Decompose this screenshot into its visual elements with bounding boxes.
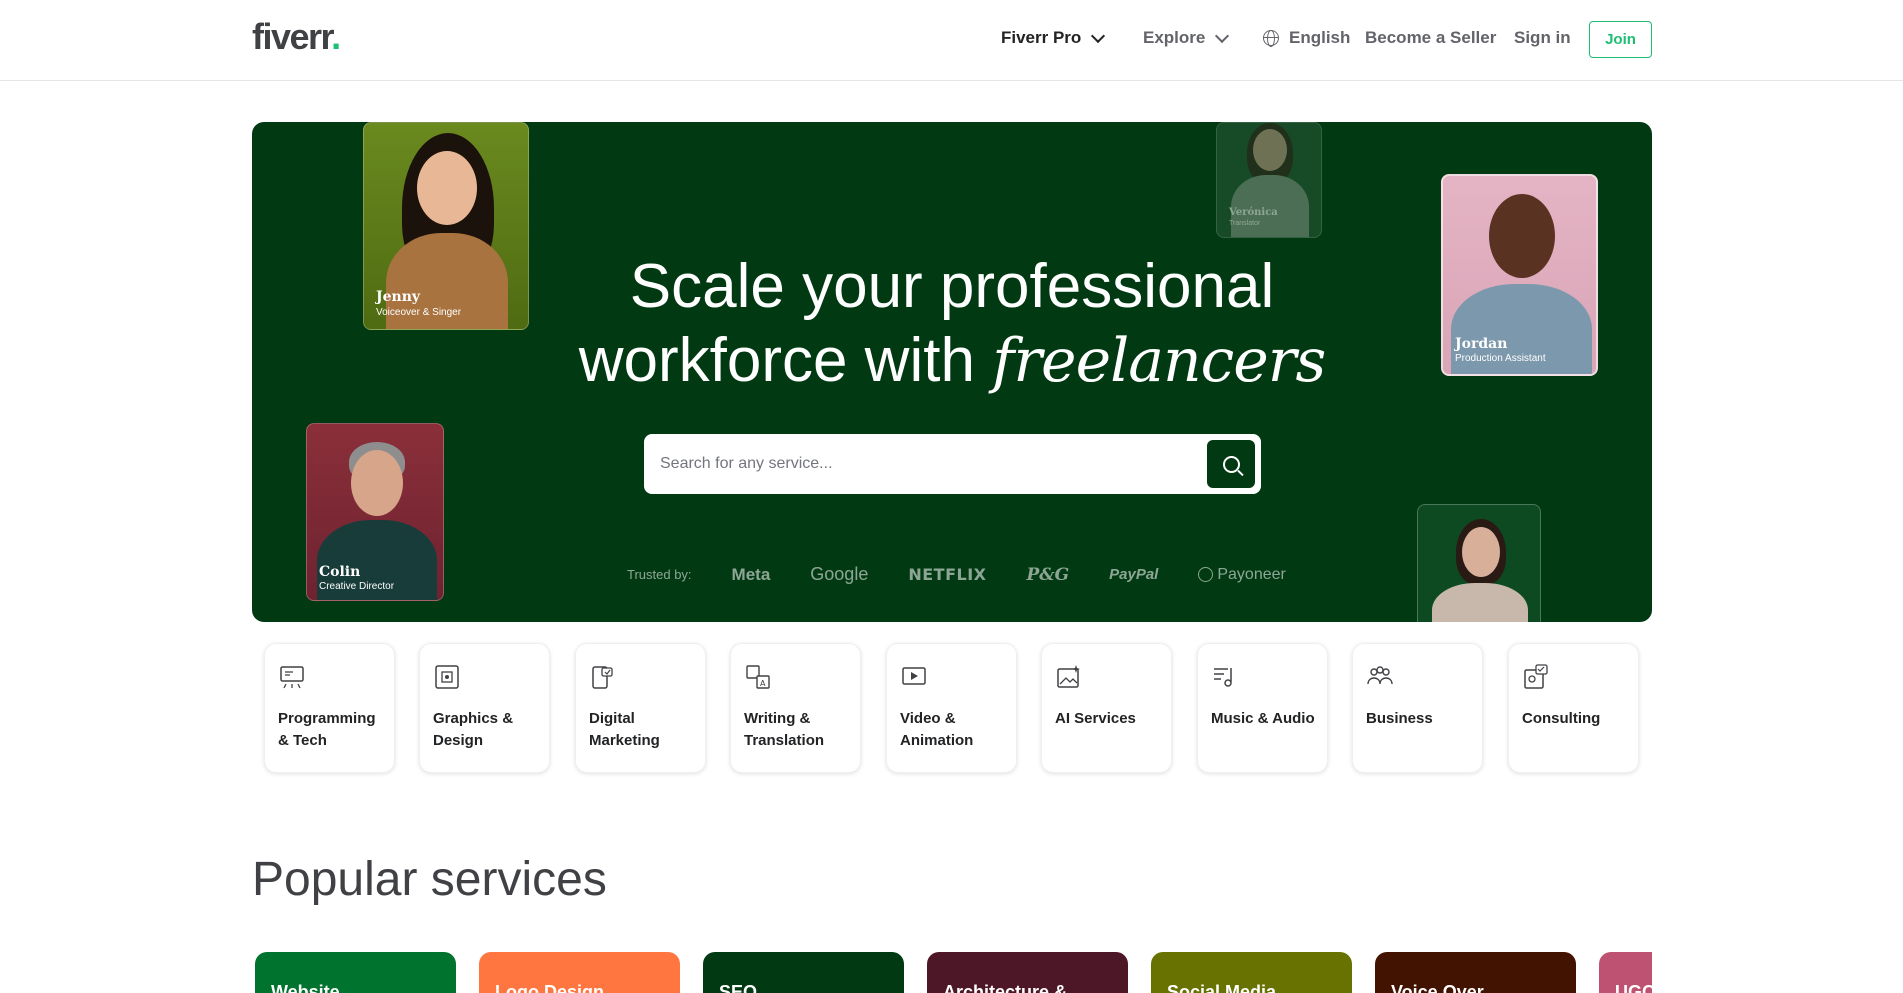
category-label: Video & Animation bbox=[900, 710, 974, 749]
portrait-face bbox=[1253, 129, 1287, 171]
service-card-architecture[interactable]: Architecture & bbox=[927, 952, 1128, 993]
brand-logo-pg: P&G bbox=[1026, 564, 1070, 585]
service-card-seo[interactable]: SEO bbox=[703, 952, 904, 993]
freelancer-name: Verónica bbox=[1229, 207, 1278, 218]
nav-explore[interactable]: Explore bbox=[1143, 28, 1230, 48]
nav-explore-label: Explore bbox=[1143, 28, 1206, 47]
payoneer-ring-icon bbox=[1198, 567, 1214, 582]
hero-headline: Scale your professional workforce with f… bbox=[502, 250, 1402, 398]
category-label: Programming & Tech bbox=[278, 710, 376, 749]
people-group-icon bbox=[1367, 666, 1393, 685]
music-note-icon bbox=[1214, 668, 1232, 687]
chevron-down-icon bbox=[1091, 28, 1106, 43]
hero-search-bar bbox=[644, 434, 1261, 494]
monitor-code-icon bbox=[280, 666, 304, 689]
freelancer-role: Voiceover & Singer bbox=[376, 307, 462, 318]
portrait-torso bbox=[1432, 583, 1528, 622]
hero-headline-line2: workforce with freelancers bbox=[502, 324, 1402, 398]
portrait-face bbox=[417, 151, 477, 225]
freelancer-name: Jordan bbox=[1455, 336, 1508, 352]
nav-language[interactable]: English bbox=[1263, 28, 1350, 48]
svg-text:A: A bbox=[760, 679, 766, 688]
freelancer-card-veronica: Verónica Translator bbox=[1216, 122, 1322, 238]
service-card-ugc[interactable]: UGC bbox=[1599, 952, 1655, 993]
fiverr-logo[interactable]: fiverr. bbox=[252, 16, 341, 58]
search-input[interactable] bbox=[660, 455, 1180, 473]
freelancer-role: Production Assistant bbox=[1455, 353, 1546, 364]
brand-logo-google: Google bbox=[810, 564, 869, 584]
marketing-phone-icon bbox=[592, 666, 613, 689]
category-label: Business bbox=[1366, 710, 1433, 727]
category-label: Digital Marketing bbox=[589, 710, 660, 749]
service-card-website[interactable]: Website bbox=[255, 952, 456, 993]
nav-fiverr-pro-label: Fiverr Pro bbox=[1001, 28, 1082, 47]
search-icon bbox=[1222, 455, 1240, 473]
nav-become-seller-label: Become a Seller bbox=[1365, 28, 1497, 47]
hero-headline-line1: Scale your professional bbox=[629, 252, 1275, 321]
freelancer-role: Translator bbox=[1229, 220, 1261, 227]
category-label: Graphics & Design bbox=[433, 710, 514, 749]
category-label: Writing & Translation bbox=[744, 710, 825, 749]
service-card-label: Architecture & bbox=[943, 982, 1068, 993]
freelancer-card-partial bbox=[1417, 504, 1541, 622]
category-card-music[interactable]: Music & Audio bbox=[1197, 643, 1328, 773]
brand-logo-meta: Meta bbox=[731, 564, 771, 584]
freelancer-card-colin: Colin Creative Director bbox=[306, 423, 444, 601]
category-label: Music & Audio bbox=[1211, 710, 1315, 727]
brand-logo-paypal: PayPal bbox=[1109, 566, 1159, 583]
portrait-face bbox=[1489, 194, 1555, 278]
brand-logo-netflix: NETFLIX bbox=[908, 565, 987, 584]
service-card-label: Website bbox=[271, 982, 340, 993]
hero-headline-prefix: workforce with bbox=[578, 326, 993, 395]
service-card-social-media[interactable]: Social Media bbox=[1151, 952, 1352, 993]
category-label: AI Services bbox=[1055, 710, 1136, 727]
service-card-logo-design[interactable]: Logo Design bbox=[479, 952, 680, 993]
nav-sign-in-label: Sign in bbox=[1514, 28, 1571, 47]
brand-logo-payoneer: Payoneer bbox=[1198, 566, 1286, 584]
nav-language-label: English bbox=[1289, 28, 1351, 47]
portrait-face bbox=[1462, 527, 1500, 577]
freelancer-role: Creative Director bbox=[319, 581, 395, 592]
freelancer-name: Colin bbox=[319, 564, 361, 580]
hero-banner: Jenny Voiceover & Singer Colin Creative … bbox=[252, 122, 1652, 622]
category-label: Consulting bbox=[1522, 710, 1601, 727]
freelancer-name: Jenny bbox=[376, 289, 421, 305]
freelancer-card-jordan: Jordan Production Assistant bbox=[1441, 174, 1598, 376]
design-frame-icon bbox=[435, 665, 459, 689]
category-card-ai-services[interactable]: AI Services bbox=[1041, 643, 1172, 773]
portrait-face bbox=[351, 450, 403, 516]
hero-headline-emphasis: freelancers bbox=[992, 326, 1326, 396]
category-card-business[interactable]: Business bbox=[1352, 643, 1483, 773]
category-card-writing[interactable]: A Writing & Translation bbox=[730, 643, 861, 773]
ai-image-icon bbox=[1057, 665, 1080, 688]
service-card-label: Voice Over bbox=[1391, 982, 1484, 993]
nav-become-seller[interactable]: Become a Seller bbox=[1365, 28, 1496, 48]
trusted-by-label: Trusted by: bbox=[627, 567, 692, 582]
service-card-label: SEO bbox=[719, 982, 758, 993]
service-card-label: UGC bbox=[1615, 982, 1655, 993]
service-card-voice-over[interactable]: Voice Over bbox=[1375, 952, 1576, 993]
site-header: fiverr. Fiverr Pro Explore English Becom… bbox=[0, 0, 1903, 81]
search-button[interactable] bbox=[1207, 440, 1255, 488]
join-button[interactable]: Join bbox=[1589, 21, 1652, 58]
chevron-down-icon bbox=[1215, 28, 1230, 43]
nav-sign-in[interactable]: Sign in bbox=[1514, 28, 1571, 48]
category-card-video[interactable]: Video & Animation bbox=[886, 643, 1017, 773]
category-card-programming[interactable]: Programming & Tech bbox=[264, 643, 395, 773]
category-card-graphics[interactable]: Graphics & Design bbox=[419, 643, 550, 773]
translation-icon: A bbox=[746, 665, 770, 689]
trusted-by-row: Trusted by: Meta Google NETFLIX P&G PayP… bbox=[627, 564, 1326, 585]
consulting-chat-icon bbox=[1524, 664, 1548, 689]
service-card-label: Social Media bbox=[1167, 982, 1277, 993]
popular-services-heading: Popular services bbox=[252, 853, 607, 906]
globe-icon bbox=[1263, 30, 1279, 47]
service-card-label: Logo Design bbox=[495, 982, 604, 993]
category-card-consulting[interactable]: Consulting bbox=[1508, 643, 1639, 773]
category-card-digital-marketing[interactable]: Digital Marketing bbox=[575, 643, 706, 773]
brand-logo-payoneer-label: Payoneer bbox=[1217, 565, 1286, 583]
video-play-icon bbox=[902, 667, 926, 685]
nav-fiverr-pro[interactable]: Fiverr Pro bbox=[1001, 28, 1106, 48]
